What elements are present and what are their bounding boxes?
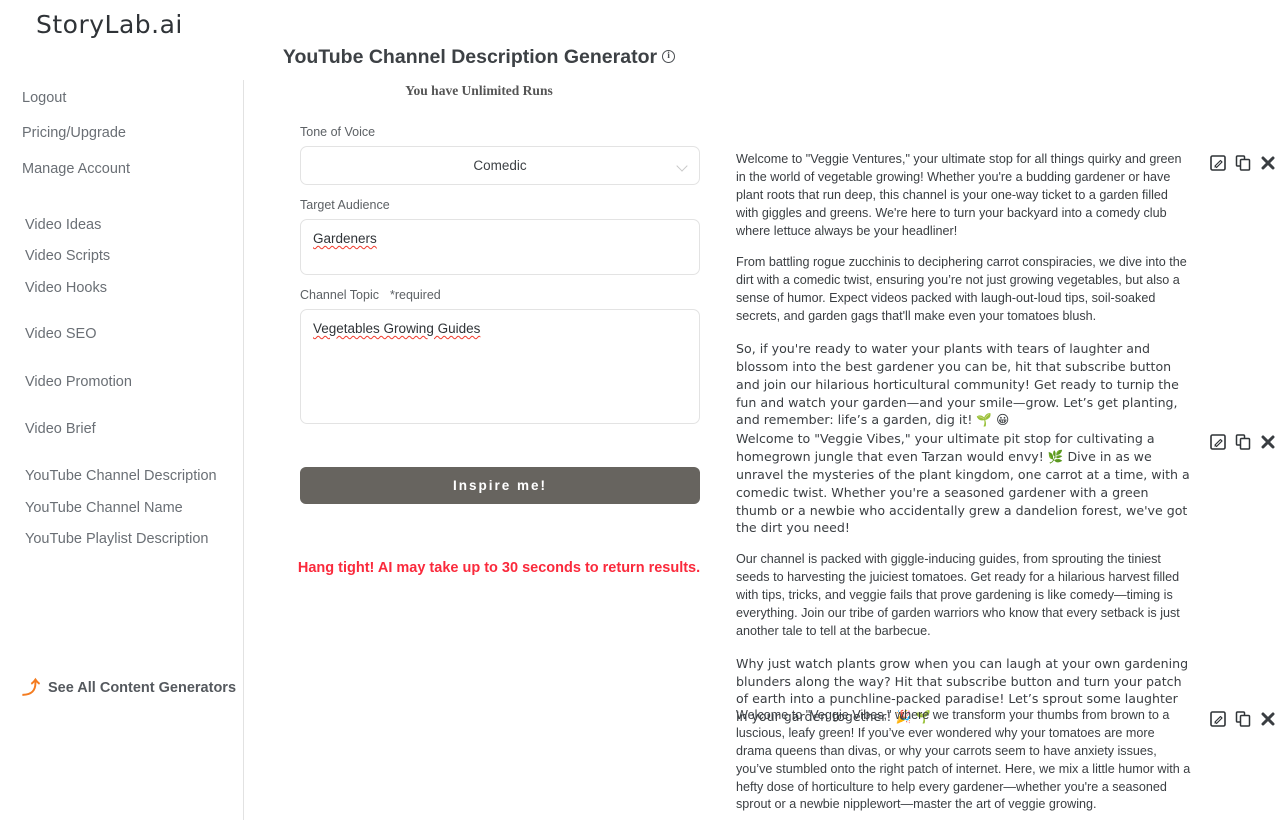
sidebar-item-video-brief[interactable]: Video Brief	[25, 421, 217, 438]
brand-logo[interactable]: StoryLab.ai	[36, 10, 183, 39]
channel-topic-value: Vegetables Growing Guides	[313, 321, 481, 336]
result-block: Welcome to "Veggie Vibes," where we tran…	[736, 707, 1282, 814]
sidebar-item-video-seo[interactable]: Video SEO	[25, 326, 217, 343]
info-circle-icon[interactable]: i	[662, 50, 676, 63]
results-column: Welcome to "Veggie Ventures," your ultim…	[720, 0, 1282, 820]
sidebar-item-video-scripts[interactable]: Video Scripts	[25, 248, 217, 265]
sidebar-item-youtube-channel-description[interactable]: YouTube Channel Description	[25, 468, 217, 485]
channel-topic-label: Channel Topic *required	[300, 288, 441, 302]
tone-of-voice-label: Tone of Voice	[300, 125, 376, 139]
result-text: Welcome to "Veggie Vibes," your ultimate…	[736, 430, 1191, 726]
see-all-label: See All Content Generators	[48, 680, 237, 696]
result-actions	[1210, 434, 1276, 450]
result-paragraph: From battling rogue zucchinis to deciphe…	[736, 255, 1187, 323]
sidebar-item-video-ideas[interactable]: Video Ideas	[25, 217, 217, 234]
edit-icon[interactable]	[1210, 434, 1226, 450]
page-title-text: YouTube Channel Description Generator	[282, 46, 658, 68]
generator-form-column: YouTube Channel Description Generator i Y…	[244, 0, 714, 820]
close-icon[interactable]	[1260, 711, 1276, 727]
sidebar-item-manage-account[interactable]: Manage Account	[22, 161, 130, 178]
sidebar-main-group: Video Ideas Video Scripts Video Hooks Vi…	[25, 217, 217, 563]
result-text: Welcome to "Veggie Ventures," your ultim…	[736, 151, 1191, 429]
result-block: Welcome to "Veggie Ventures," your ultim…	[736, 151, 1282, 429]
inspire-me-button[interactable]: Inspire me!	[300, 467, 700, 504]
result-paragraph: Welcome to "Veggie Vibes," where we tran…	[736, 708, 1191, 812]
see-all-content-generators-link[interactable]: ⤴ See All Content Generators	[22, 679, 236, 697]
target-audience-value: Gardeners	[313, 231, 377, 246]
sidebar-account-group: Logout Pricing/Upgrade Manage Account	[22, 90, 130, 196]
channel-topic-required-note: *required	[390, 288, 441, 302]
ai-wait-notice: Hang tight! AI may take up to 30 seconds…	[297, 560, 701, 576]
copy-icon[interactable]	[1235, 434, 1251, 450]
result-paragraph: So, if you're ready to water your plants…	[736, 340, 1179, 428]
close-icon[interactable]	[1260, 155, 1276, 171]
sidebar: StoryLab.ai Logout Pricing/Upgrade Manag…	[0, 0, 244, 820]
close-icon[interactable]	[1260, 434, 1276, 450]
channel-topic-input[interactable]: Vegetables Growing Guides	[300, 309, 700, 424]
copy-icon[interactable]	[1235, 155, 1251, 171]
runs-status: You have Unlimited Runs	[405, 83, 553, 98]
edit-icon[interactable]	[1210, 711, 1226, 727]
target-audience-label: Target Audience	[300, 198, 390, 212]
result-block: Welcome to "Veggie Vibes," your ultimate…	[736, 430, 1282, 726]
sidebar-item-youtube-channel-name[interactable]: YouTube Channel Name	[25, 500, 217, 517]
result-paragraph: Welcome to "Veggie Vibes," your ultimate…	[736, 431, 1190, 536]
channel-topic-label-text: Channel Topic	[300, 288, 379, 302]
sidebar-item-pricing-upgrade[interactable]: Pricing/Upgrade	[22, 125, 130, 142]
sidebar-item-video-hooks[interactable]: Video Hooks	[25, 280, 217, 297]
sidebar-item-video-promotion[interactable]: Video Promotion	[25, 374, 217, 391]
copy-icon[interactable]	[1235, 711, 1251, 727]
result-text: Welcome to "Veggie Vibes," where we tran…	[736, 707, 1191, 814]
sidebar-item-logout[interactable]: Logout	[22, 90, 130, 107]
page-title: YouTube Channel Description Generator i	[244, 46, 714, 69]
result-actions	[1210, 155, 1276, 171]
chevron-down-icon	[676, 160, 688, 172]
tone-of-voice-value: Comedic	[473, 158, 527, 173]
result-paragraph: Our channel is packed with giggle-induci…	[736, 552, 1180, 638]
result-actions	[1210, 711, 1276, 727]
app-root: StoryLab.ai Logout Pricing/Upgrade Manag…	[0, 0, 1282, 820]
edit-icon[interactable]	[1210, 155, 1226, 171]
tone-of-voice-select[interactable]: Comedic	[300, 146, 700, 185]
back-arrow-icon: ⤴	[22, 678, 40, 698]
result-paragraph: Welcome to "Veggie Ventures," your ultim…	[736, 152, 1182, 238]
target-audience-input[interactable]: Gardeners	[300, 219, 700, 275]
sidebar-item-youtube-playlist-description[interactable]: YouTube Playlist Description	[25, 531, 217, 548]
